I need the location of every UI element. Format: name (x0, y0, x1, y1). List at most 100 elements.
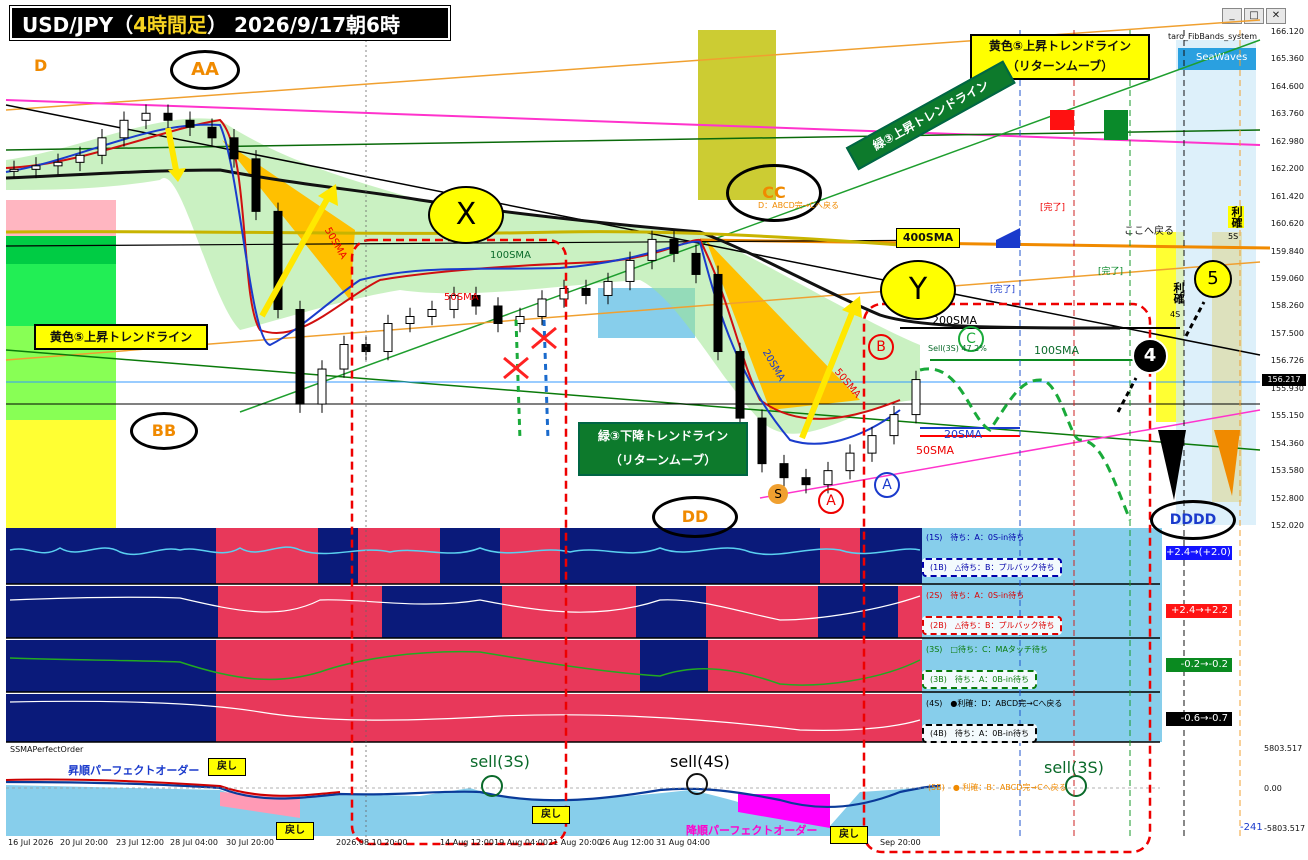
panel-value: -0.6→-0.7 (1166, 712, 1232, 726)
time-tick: 2026.08.10 20:00 (336, 838, 408, 847)
kokohe-label: ここへ戻る (1124, 226, 1174, 237)
candle (867, 435, 877, 454)
sma50-label: 50SMA (916, 444, 954, 457)
green3-down-box: 緑③下降トレンドライン （リターンムーブ） (578, 422, 748, 476)
modoshi-1: 戻し (208, 758, 246, 776)
yellow5-up-box: 黄色⑤上昇トレンドライン (34, 324, 208, 350)
green-flag (1104, 110, 1128, 140)
down-perfect-label: 降順パーフェクトオーダー (686, 824, 818, 837)
label-S: S (768, 484, 788, 504)
rikaku-label: 利確 (1172, 282, 1185, 304)
sma200-label: 200SMA (932, 314, 977, 327)
candle (317, 368, 327, 405)
candle (163, 112, 173, 121)
current-price-tag: 156.217 (1262, 374, 1306, 386)
modoshi-2: 戻し (276, 822, 314, 840)
candle (889, 414, 899, 437)
candle (691, 252, 701, 275)
price-tick: 166.120 (1270, 27, 1304, 36)
time-tick: 23 Jul 12:00 (116, 838, 164, 847)
price-tick: 161.420 (1270, 191, 1304, 201)
price-tick: 164.600 (1270, 81, 1304, 91)
rikaku-5s-label: 5S (1228, 232, 1239, 241)
panel1-blue-e (860, 528, 922, 584)
candle (207, 126, 217, 139)
po-current: -241 (1240, 822, 1263, 833)
panel-top-label: (3S) □待ち：C：MAタッチ待ち (926, 645, 1048, 654)
candle (427, 308, 437, 317)
yellow5-return-line1: 黄色⑤上昇トレンドライン (988, 39, 1132, 53)
seawaves-label: SeaWaves (1196, 52, 1248, 63)
label-X: X (428, 186, 504, 244)
kanryo-label-3: [完了] (990, 285, 1016, 295)
candle (185, 119, 195, 128)
candle (801, 477, 811, 486)
modoshi-4: 戻し (830, 826, 868, 844)
time-tick: 16 Jul 2026 (8, 838, 54, 847)
panel-value: +2.4→+2.2 (1166, 604, 1232, 618)
panel-bottom-label: (4B) 待ち：A：0B-in待ち (922, 724, 1038, 743)
price-tick: 162.200 (1270, 164, 1304, 174)
candle (669, 238, 679, 254)
rikaku2-label: 利確 (1228, 206, 1244, 228)
panel1-blue-c (440, 528, 500, 584)
time-tick: 19 Aug 04:00 (494, 838, 548, 847)
red-flag (1050, 110, 1074, 130)
candle (383, 322, 393, 353)
time-tick: 14 Aug 12:00 (440, 838, 494, 847)
chart-title: USD/JPY（4時間足） 2026/9/17朝6時 (10, 6, 450, 40)
candle (53, 161, 63, 167)
candle (625, 259, 635, 282)
yellow-zone (6, 420, 116, 528)
sell3s-label-a: sell(3S) (470, 752, 530, 771)
panel-bottom-label: (1B) △待ち：B：プルバック待ち (922, 558, 1063, 577)
sell3s-label-b: sell(3S) (1044, 758, 1104, 777)
chart-window: _ □ ✕ USD/JPY（4時間足） 2026/9/17朝6時 taro_Fi… (0, 0, 1308, 860)
candle (779, 463, 789, 479)
indicator-name: taro_FibBands_system (1168, 32, 1257, 41)
candle (845, 452, 855, 472)
price-tick: 162.980 (1270, 136, 1304, 146)
price-tick: 152.020 (1270, 521, 1304, 530)
candle (31, 165, 41, 170)
panel-top-label: (1S) 待ち：A：0S-in待ち (926, 533, 1025, 542)
panel-bottom-label: (3B) 待ち：A：0B-in待ち (922, 670, 1038, 689)
candle (823, 470, 833, 486)
time-tick: 31 Aug 04:00 (656, 838, 710, 847)
price-tick: 153.580 (1270, 466, 1304, 476)
price-tick: 165.360 (1270, 54, 1304, 64)
price-tick: 156.726 (1270, 356, 1304, 366)
modoshi-3: 戻し (532, 806, 570, 824)
candle (911, 379, 921, 416)
panel-bottom-label: (2B) △待ち：B：プルバック待ち (922, 616, 1063, 635)
abcd-note: D：ABCD完→Cへ戻る (758, 201, 840, 210)
price-tick: 157.500 (1270, 328, 1304, 338)
panel-top-label: (4S) ●利確：D：ABCD完→Cへ戻る (926, 699, 1063, 708)
red-x-marks (503, 326, 557, 380)
time-tick: Sep 20:00 (880, 838, 921, 847)
label-DD: DD (652, 496, 738, 538)
po-axis-mid: 0.00 (1264, 784, 1282, 793)
sma100-label: 100SMA (1034, 344, 1079, 357)
candle (757, 417, 767, 465)
candle (339, 344, 349, 370)
label-5: 5 (1194, 260, 1232, 298)
up-perfect-label: 昇順パーフェクトオーダー (68, 764, 200, 777)
po-axis-top: 5803.517 (1264, 744, 1303, 753)
label-AA: AA (170, 50, 240, 90)
label-Y: Y (880, 260, 956, 320)
candle (119, 119, 129, 139)
time-tick: 28 Jul 04:00 (170, 838, 218, 847)
sma400-label: 400SMA (896, 228, 960, 248)
sell-note: Sell(3S) 47.2% (928, 344, 987, 353)
green3-down-line2: （リターンムーブ） (609, 453, 717, 467)
panel1-blue-a (6, 528, 216, 584)
candle (251, 158, 261, 212)
candle (713, 273, 723, 353)
price-tick: 158.260 (1270, 301, 1304, 311)
time-tick: 21 Aug 20:00 (548, 838, 602, 847)
panel-value: -0.2→-0.2 (1166, 658, 1232, 672)
label-BB: BB (130, 412, 198, 450)
sma50-label-b: 50SMA (444, 292, 479, 303)
price-tick: 160.620 (1270, 219, 1304, 229)
